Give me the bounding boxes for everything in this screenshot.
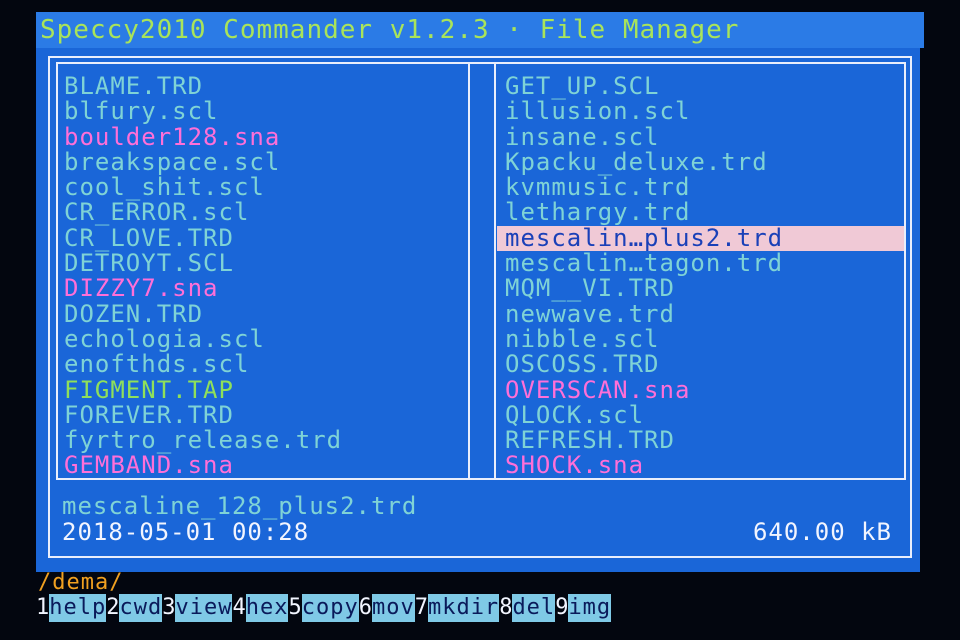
file-item[interactable]: illusion.scl [497,99,904,124]
file-item[interactable]: DETROYT.SCL [56,250,466,276]
file-item[interactable]: kvmmusic.trd [497,175,904,200]
fkey-number: 5 [288,595,302,620]
file-item[interactable]: DOZEN.TRD [56,301,466,327]
fkey-number: 2 [106,595,120,620]
file-item[interactable]: insane.scl [497,124,904,150]
file-item[interactable]: nibble.scl [497,326,904,352]
fkey-img-button[interactable]: img [568,594,612,622]
fkey-number: 1 [36,595,50,620]
left-file-panel[interactable]: BLAME.TRD blfury.scl boulder128.sna breaksp… [56,73,466,479]
file-item[interactable]: GET_UP.SCL [497,73,904,99]
fkey-mov-button[interactable]: mov [371,594,415,622]
fkey-number: 9 [555,595,569,620]
file-item[interactable]: blfury.scl [56,99,466,124]
fkey-number: 3 [162,595,176,620]
file-item[interactable]: OVERSCAN.sna [497,377,904,403]
fkey-number: 8 [499,595,513,620]
file-item[interactable]: OSCOSS.TRD [497,352,904,377]
screen: Speccy2010 Commander v1.2.3 · File Manag… [36,12,924,572]
panel-divider-right [494,62,496,480]
fkey-number: 6 [358,595,372,620]
file-item[interactable]: breakspace.scl [56,149,466,175]
fkey-del-button[interactable]: del [512,594,556,622]
fkey-hex-button[interactable]: hex [245,594,289,622]
fkey-mkdir-button[interactable]: mkdir [427,594,500,622]
fkey-number: 4 [232,595,246,620]
frame-bottom [48,556,912,558]
fkey-cwd-button[interactable]: cwd [119,594,163,622]
frame-top [48,56,912,58]
file-item[interactable]: CR_ERROR.scl [56,200,466,225]
file-item[interactable]: FOREVER.TRD [56,402,466,428]
frame-inner-right [904,62,906,480]
fkey-view-button[interactable]: view [175,594,233,622]
fkey-number: 7 [414,595,428,620]
frame-left [48,56,50,558]
file-item[interactable]: BLAME.TRD [56,73,466,99]
file-item[interactable]: CR_LOVE.TRD [56,225,466,251]
frame-right [910,56,912,558]
info-datetime: 2018-05-01 00:28 [62,518,310,546]
file-item[interactable]: fyrtro_release.trd [56,428,466,453]
file-item[interactable]: MQM__VI.TRD [497,276,904,301]
panel-divider-left [468,62,470,480]
info-size: 640.00 kB [752,518,892,546]
info-filename: mescaline_128_plus2.trd [62,492,418,520]
current-path: /dema/ [38,570,124,595]
file-item[interactable]: FIGMENT.TAP [56,377,466,403]
file-item[interactable]: REFRESH.TRD [497,428,904,453]
file-item[interactable]: mescalin…tagon.trd [497,250,904,276]
file-item[interactable]: enofthds.scl [56,352,466,377]
function-key-bar: 1 help 2 cwd 3 view 4 hex 5 copy 6 mov 7 mkdir 8 del 9 im… [36,594,612,622]
file-item[interactable]: SHOCK.sna [497,453,904,478]
file-item[interactable]: boulder128.sna [56,124,466,150]
file-item[interactable]: lethargy.trd [497,200,904,225]
file-item[interactable]: Kpacku_deluxe.trd [497,149,904,175]
fkey-copy-button[interactable]: copy [301,594,359,622]
fkey-help-button[interactable]: help [49,594,107,622]
file-item[interactable]: echologia.scl [56,326,466,352]
title-bar: Speccy2010 Commander v1.2.3 · File Manag… [36,12,924,48]
file-item[interactable]: DIZZY7.sna [56,276,466,301]
file-item[interactable]: cool_shit.scl [56,175,466,200]
file-item-selected[interactable]: mescalin…plus2.trd [497,225,904,252]
file-item[interactable]: newwave.trd [497,301,904,327]
right-file-panel[interactable]: GET_UP.SCL illusion.scl insane.scl Kpacku_d… [497,73,904,479]
frame-inner-top [56,62,906,64]
file-item[interactable]: QLOCK.scl [497,402,904,428]
file-item[interactable]: GEMBAND.sna [56,453,466,478]
